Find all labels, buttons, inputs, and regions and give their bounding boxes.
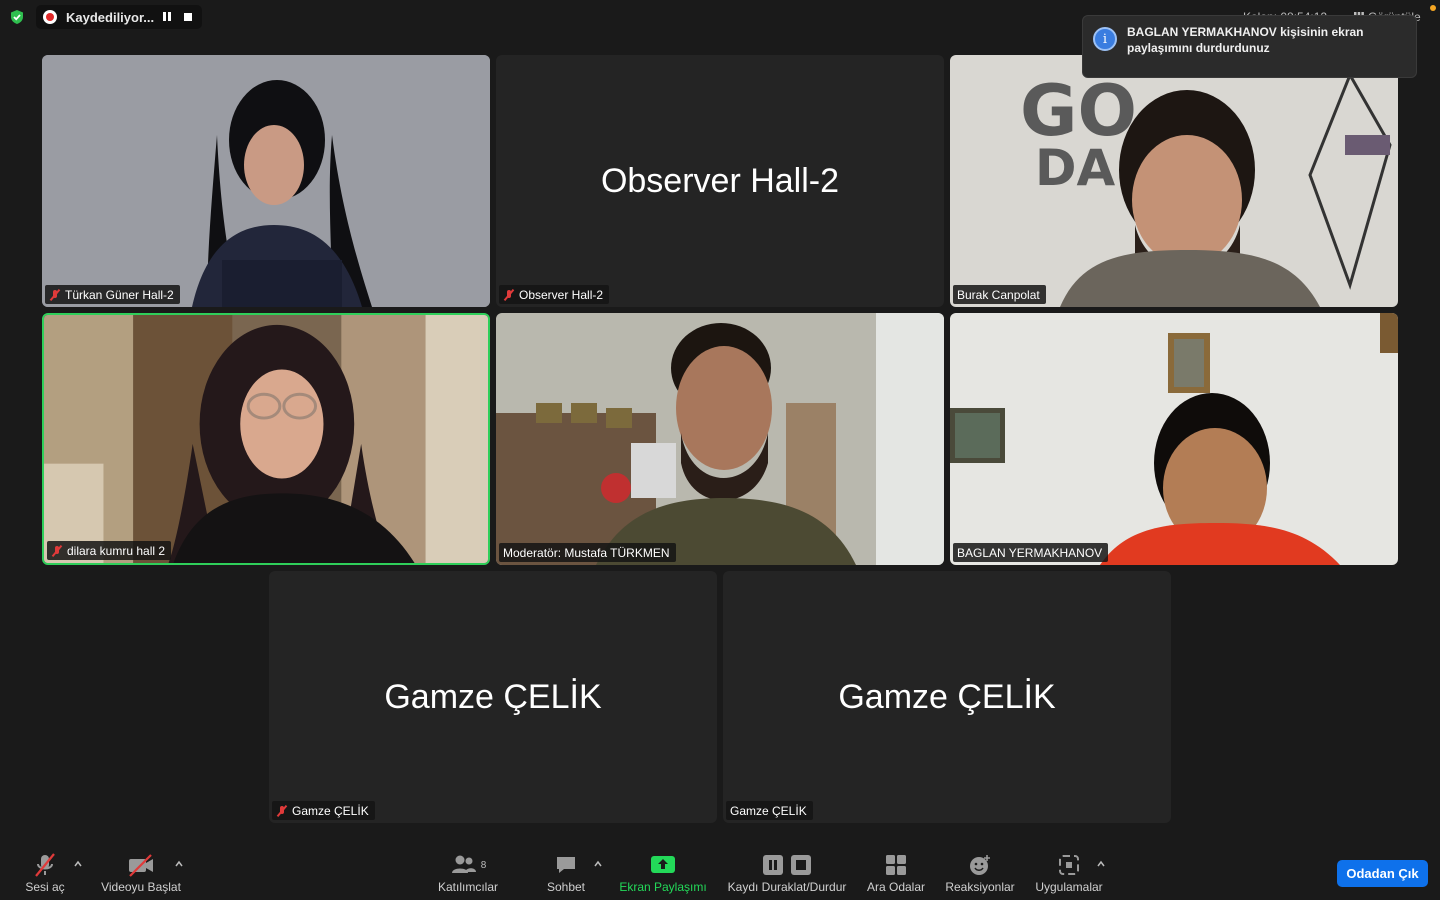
share-screen-button[interactable]: Ekran Paylaşımı — [616, 852, 710, 894]
breakout-rooms-icon — [886, 855, 906, 875]
share-screen-label: Ekran Paylaşımı — [619, 880, 707, 894]
pause-icon — [763, 855, 783, 875]
participants-label: Katılımcılar — [437, 880, 498, 894]
participant-tile[interactable]: Gamze ÇELİK Gamze ÇELİK — [723, 571, 1171, 823]
unmute-label: Sesi aç — [25, 880, 65, 894]
participant-name-tag: BAGLAN YERMAKHANOV — [953, 543, 1109, 562]
mic-muted-icon — [503, 289, 515, 301]
participant-display-name: Gamze ÇELİK — [838, 677, 1056, 716]
participant-name: Gamze ÇELİK — [730, 803, 807, 818]
stop-recording-icon[interactable] — [184, 13, 192, 21]
participants-button[interactable]: 8 Katılımcılar — [435, 852, 501, 894]
recording-indicator: Kaydediliyor... — [36, 5, 202, 29]
breakout-rooms-label: Ara Odalar — [866, 880, 926, 894]
stop-icon — [791, 855, 811, 875]
video-off-icon — [129, 854, 153, 877]
apps-label: Uygulamalar — [1035, 880, 1103, 894]
participant-name: Observer Hall-2 — [519, 287, 604, 302]
participant-tile[interactable]: Moderatör: Mustafa TÜRKMEN — [496, 313, 944, 565]
participant-video: GO DA — [950, 55, 1398, 307]
participant-video — [950, 313, 1398, 565]
participant-name-tag: Türkan Güner Hall-2 — [45, 285, 180, 304]
participant-name-tag: Gamze ÇELİK — [726, 801, 813, 820]
toast-message: BAGLAN YERMAKHANOV kişisinin ekran payla… — [1127, 25, 1364, 55]
participant-name-tag: Gamze ÇELİK — [272, 801, 375, 820]
participants-icon — [451, 855, 476, 873]
participant-name-tag: Moderatör: Mustafa TÜRKMEN — [499, 543, 676, 562]
pause-recording-icon[interactable] — [163, 12, 173, 22]
reactions-icon — [970, 855, 990, 875]
participants-count: 8 — [480, 859, 487, 871]
unmute-button[interactable]: Sesi aç — [22, 852, 68, 894]
record-dot-icon — [43, 10, 57, 24]
mic-muted-icon — [276, 805, 288, 817]
participant-tile-active-speaker[interactable]: dilara kumru hall 2 — [42, 313, 490, 565]
mic-muted-icon — [35, 853, 55, 877]
participant-name: BAGLAN YERMAKHANOV — [957, 545, 1103, 560]
info-icon: i — [1093, 27, 1117, 51]
participant-name: Türkan Güner Hall-2 — [65, 287, 174, 302]
participant-name: Moderatör: Mustafa TÜRKMEN — [503, 545, 670, 560]
participant-name-tag: Observer Hall-2 — [499, 285, 610, 304]
start-video-label: Videoyu Başlat — [101, 880, 181, 894]
mic-muted-icon — [49, 289, 61, 301]
recording-control-button[interactable]: Kaydı Duraklat/Durdur — [722, 852, 852, 894]
recording-label: Kaydediliyor... — [66, 9, 155, 25]
participant-name: dilara kumru hall 2 — [67, 543, 166, 558]
participant-name: Burak Canpolat — [957, 287, 1040, 302]
recording-control-label: Kaydı Duraklat/Durdur — [727, 880, 847, 894]
mic-muted-icon — [51, 545, 63, 557]
shield-check-icon[interactable] — [9, 9, 25, 25]
participant-tile[interactable]: BAGLAN YERMAKHANOV — [950, 313, 1398, 565]
apps-icon — [1059, 855, 1079, 875]
participant-tile[interactable]: GO DA Burak Canpolat — [950, 55, 1398, 307]
notification-dot — [1430, 5, 1436, 11]
participant-display-name: Gamze ÇELİK — [384, 677, 602, 716]
reactions-button[interactable]: Reaksiyonlar — [941, 852, 1019, 894]
participant-video — [44, 315, 488, 563]
svg-text:DA: DA — [1035, 139, 1116, 197]
chat-button[interactable]: Sohbet — [543, 852, 589, 894]
participant-tile[interactable]: Gamze ÇELİK Gamze ÇELİK — [269, 571, 717, 823]
chevron-up-icon[interactable] — [594, 860, 602, 868]
participant-name-tag: dilara kumru hall 2 — [47, 541, 172, 560]
leave-meeting-button[interactable]: Odadan Çık — [1337, 860, 1428, 887]
participant-name: Gamze ÇELİK — [292, 803, 369, 818]
meeting-toolbar: Sesi aç Videoyu Başlat 8 Katılımcılar So… — [0, 846, 1440, 900]
breakout-rooms-button[interactable]: Ara Odalar — [863, 852, 929, 894]
share-screen-icon — [651, 856, 675, 873]
chat-label: Sohbet — [546, 880, 586, 894]
chevron-up-icon[interactable] — [175, 860, 183, 868]
participant-tile[interactable]: Observer Hall-2 Observer Hall-2 — [496, 55, 944, 307]
participant-video — [496, 313, 944, 565]
participant-tile[interactable]: Türkan Güner Hall-2 — [42, 55, 490, 307]
chat-icon — [557, 857, 575, 873]
apps-button[interactable]: Uygulamalar — [1031, 852, 1107, 894]
reactions-label: Reaksiyonlar — [945, 880, 1015, 894]
chevron-up-icon[interactable] — [74, 860, 82, 868]
start-video-button[interactable]: Videoyu Başlat — [96, 852, 186, 894]
participant-video — [42, 55, 490, 307]
notification-toast[interactable]: i BAGLAN YERMAKHANOV kişisinin ekran pay… — [1082, 15, 1417, 78]
participant-name-tag: Burak Canpolat — [953, 285, 1046, 304]
chevron-up-icon[interactable] — [1097, 860, 1105, 868]
participant-display-name: Observer Hall-2 — [600, 161, 840, 200]
